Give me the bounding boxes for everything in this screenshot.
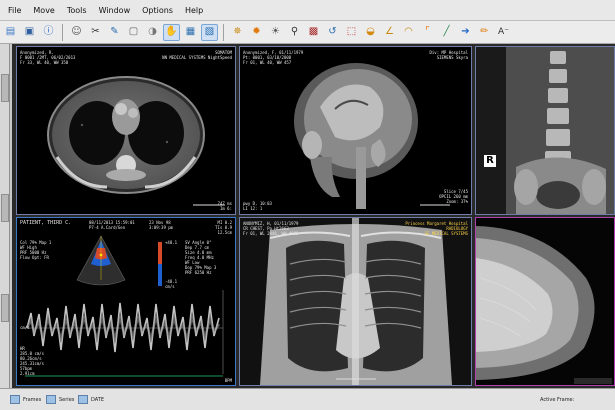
region-icon[interactable]: ⬚ (343, 24, 360, 41)
spine-side-marker: R (484, 155, 496, 167)
status-series[interactable]: Series (46, 393, 74, 406)
ct-axial-image (47, 76, 225, 206)
menu-move[interactable]: Move (33, 6, 54, 15)
search-icon[interactable]: ⚲ (286, 24, 303, 41)
arrow-icon[interactable]: ➔ (457, 24, 474, 41)
menu-help[interactable]: Help (185, 6, 203, 15)
layout-grid-icon[interactable]: ▦ (182, 24, 199, 41)
us-patient-name: PATIENT, THIRD C. (20, 220, 72, 226)
app-window: File Move Tools Window Options Help ▤ ▣ … (0, 0, 615, 410)
ct-overlay-line: Fr 33, WL 40, WW 350 (20, 60, 69, 65)
layout-2x3-icon[interactable]: ▧ (201, 23, 218, 41)
mri-sagittal-image (294, 63, 450, 209)
status-frames-label: Frames (23, 396, 42, 403)
save-icon[interactable]: ▣ (21, 24, 38, 41)
chest-xray-image (240, 218, 471, 385)
us-header-line: 12.5cm (217, 230, 232, 235)
status-series-label: Series (59, 396, 75, 403)
mri-overlay-line: Zoom: 37% (446, 199, 468, 204)
highlighter-icon[interactable]: ✏ (476, 24, 493, 41)
ct-overlay-line: Im 6: (219, 206, 232, 211)
line-icon[interactable]: ╱ (438, 24, 455, 41)
hand-icon[interactable]: ✋ (163, 23, 180, 41)
brightness-icon[interactable]: ◑ (144, 24, 161, 41)
viewport-chest-xray[interactable]: ANONYMIZ, H, 01/11/1979 CR CHEST, Pa Ht2… (239, 217, 472, 386)
mosaic-icon[interactable]: ▩ (305, 24, 322, 41)
palette-icon[interactable]: ◒ (362, 24, 379, 41)
viewport-mammogram[interactable] (475, 217, 615, 386)
viewport-ultrasound-doppler[interactable]: PATIENT, THIRD C. 08/11/2013 15:59:01 P7… (16, 217, 236, 386)
reset-icon[interactable]: ↺ (324, 24, 341, 41)
menu-tools[interactable]: Tools (67, 6, 87, 15)
panel-tab[interactable] (1, 194, 9, 222)
pencil-icon[interactable]: ✎ (106, 24, 123, 41)
mammogram-image (476, 218, 614, 385)
toolbar: ▤ ▣ ⓘ ☺ ✂ ✎ ▢ ◑ ✋ ▦ ▧ ✵ ✹ ☀ ⚲ ▩ ↺ ⬚ ◒ ∠ … (0, 21, 615, 44)
xray-overlay-line: Fr 01, WL 2048, WW 4096 (243, 231, 299, 236)
ct-overlay-line: NN MEDICAL SYSTEMS NightSpeed (162, 55, 232, 60)
us-date-line: 3:09:39 pm (149, 225, 174, 230)
crop-icon[interactable]: ▢ (125, 24, 142, 41)
series-icon (46, 395, 56, 404)
status-date-label: DATE (91, 396, 105, 403)
menu-options[interactable]: Options (142, 6, 173, 15)
arc-icon[interactable]: ◠ (400, 24, 417, 41)
star-icon[interactable]: ✹ (248, 24, 265, 41)
corner-icon[interactable]: ⌜ (419, 24, 436, 41)
spine-xray-image (476, 47, 614, 214)
date-icon (78, 395, 88, 404)
sun-icon[interactable]: ☀ (267, 24, 284, 41)
us-bpm-label: BPM (224, 378, 232, 383)
status-active-frame: Active Frame: (540, 393, 574, 406)
us-header-line: P7-4 A.Card/Gen (89, 225, 126, 230)
left-panel-strip (0, 44, 10, 388)
viewport-mri-sagittal[interactable]: Anonymized, F, 01/11/1979 Pt: 0001, 03/1… (239, 46, 472, 215)
status-bar: Frames Series DATE Active Frame: (0, 388, 615, 410)
viewport-ct-chest[interactable]: Anonymized, R. F 0001 /2MT, 06/02/2013 F… (16, 46, 236, 215)
menu-window[interactable]: Window (99, 6, 131, 15)
us-param-line: PRF 6250 Hz (185, 270, 212, 275)
angle-icon[interactable]: ∠ (381, 24, 398, 41)
status-frames[interactable]: Frames (10, 393, 41, 406)
mri-overlay-line: Fr 01, WL 40, WW 457 (243, 60, 292, 65)
text-icon[interactable]: A⁻ (495, 24, 512, 41)
status-active-frame-label: Active Frame: (540, 396, 575, 403)
us-param-line: Flow Opt: FR (20, 255, 49, 260)
patient-icon[interactable]: ☺ (68, 24, 85, 41)
menu-file[interactable]: File (8, 6, 21, 15)
scissors-icon[interactable]: ✂ (87, 24, 104, 41)
xray-overlay-line: GE MEDICAL SYSTEMS (424, 231, 468, 236)
panel-tab[interactable] (1, 294, 9, 322)
viewport-spine-xray[interactable]: R (475, 46, 615, 215)
frames-icon (10, 395, 20, 404)
us-scale-top: +48.1 (165, 240, 178, 245)
us-measure-line: 2.91cm (20, 371, 35, 376)
panel-tab[interactable] (1, 74, 9, 102)
toolbar-separator (62, 23, 63, 41)
status-date[interactable]: DATE (78, 393, 104, 406)
mri-overlay-line: LI 12: 1 (243, 206, 263, 211)
toolbar-separator (223, 23, 224, 41)
open-folder-icon[interactable]: ▤ (2, 24, 19, 41)
image-viewer-grid: Anonymized, R. F 0001 /2MT, 06/02/2013 F… (12, 44, 615, 388)
menu-bar: File Move Tools Window Options Help (0, 0, 615, 21)
info-icon[interactable]: ⓘ (40, 24, 57, 41)
us-cm-s-label: cm/s (20, 325, 30, 330)
mri-overlay-line: SIEMENS Skyra (436, 55, 468, 60)
magnify-icon[interactable]: ✵ (229, 24, 246, 41)
us-scale-unit: cm/s (165, 284, 175, 289)
